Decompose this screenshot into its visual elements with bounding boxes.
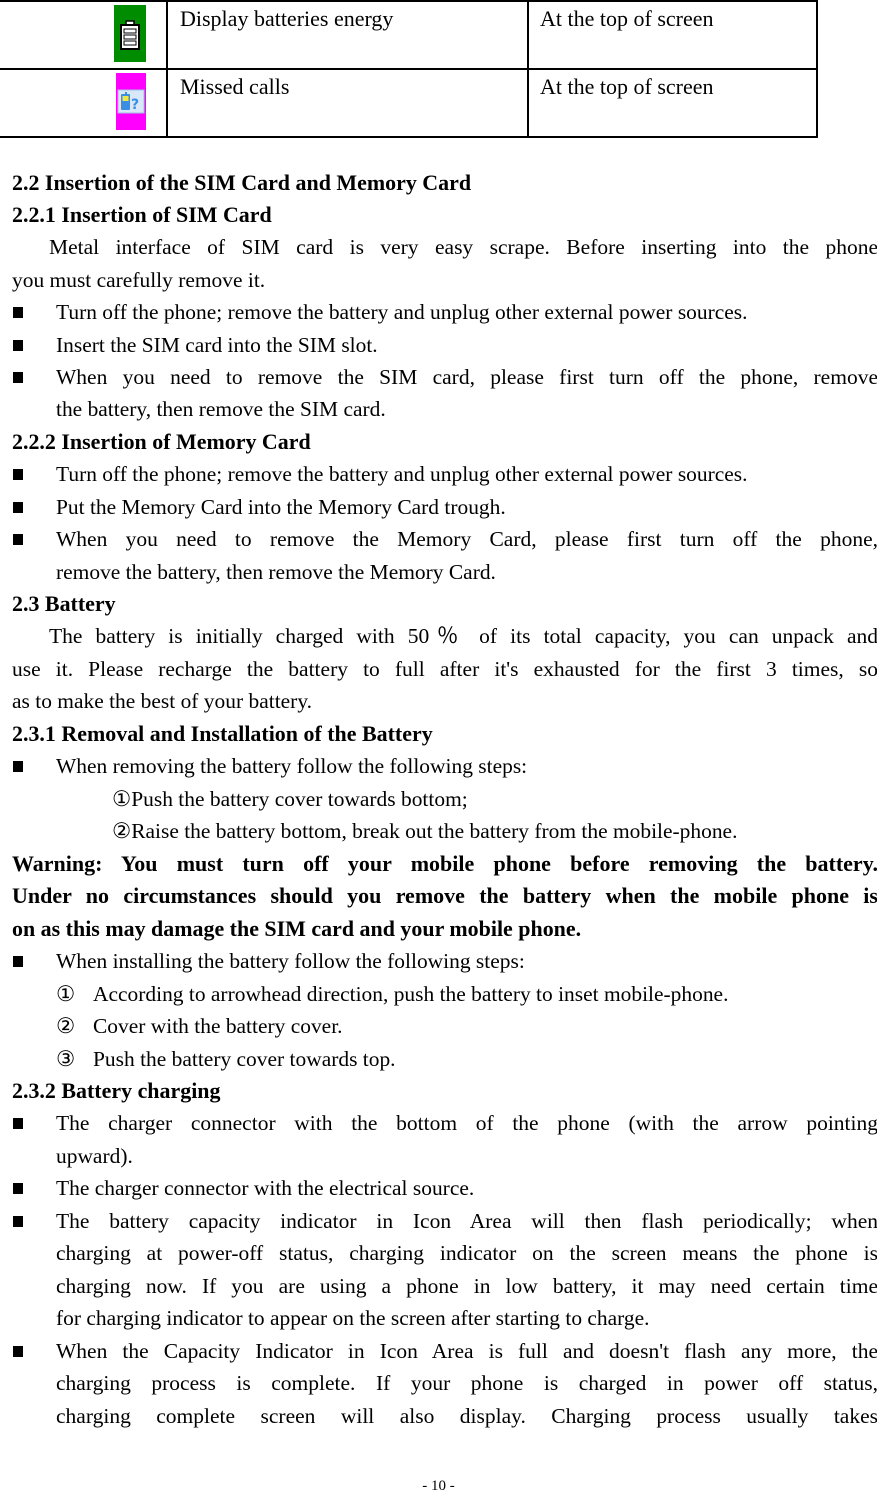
position-cell: At the top of screen xyxy=(527,0,818,70)
paragraph-line: you must carefully remove it. xyxy=(12,268,266,292)
list-item: The charger connector with the bottom of… xyxy=(56,1111,877,1135)
icon-description: Missed calls xyxy=(180,74,290,99)
subsection-heading: 2.2.1 Insertion of SIM Card xyxy=(12,202,272,227)
step-item: According to arrowhead direction, push t… xyxy=(93,982,729,1006)
list-item: Put the Memory Card into the Memory Card… xyxy=(56,495,506,519)
list-item: The charger connector with the electrica… xyxy=(56,1176,475,1200)
list-item: Turn off the phone; remove the battery a… xyxy=(56,462,748,486)
battery-level-icon xyxy=(114,5,146,62)
description-cell: Missed calls xyxy=(166,68,529,138)
subsection-heading: 2.3.1 Removal and Installation of the Ba… xyxy=(12,721,433,746)
description-cell: Display batteries energy xyxy=(166,0,529,70)
list-item: When you need to remove the SIM card, pl… xyxy=(56,365,877,389)
warning-line: Warning: You must turn off your mobile p… xyxy=(12,851,877,876)
step-item: Cover with the battery cover. xyxy=(93,1014,343,1038)
list-item-continuation: charging process is complete. If your ph… xyxy=(56,1371,877,1395)
bullet-icon xyxy=(13,1346,23,1357)
bullet-icon xyxy=(13,372,23,383)
list-item: Insert the SIM card into the SIM slot. xyxy=(56,333,378,357)
warning-line: Under no circumstances should you remove… xyxy=(12,883,877,908)
list-item: The battery capacity indicator in Icon A… xyxy=(56,1209,877,1233)
list-item: When removing the battery follow the fol… xyxy=(56,754,528,778)
bullet-icon xyxy=(13,761,23,772)
svg-text:?: ? xyxy=(131,97,139,113)
list-item-continuation: charging complete screen will also displ… xyxy=(56,1404,877,1428)
icon-cell xyxy=(0,0,168,70)
table-row: Display batteries energy At the top of s… xyxy=(0,0,818,70)
page-number: - 10 - xyxy=(422,1478,455,1494)
icon-position: At the top of screen xyxy=(540,6,714,31)
icon-position: At the top of screen xyxy=(540,74,714,99)
icon-description: Display batteries energy xyxy=(180,6,394,31)
list-item: When installing the battery follow the f… xyxy=(56,949,525,973)
step-item: ①Push the battery cover towards bottom; xyxy=(112,787,468,811)
list-item-continuation: for charging indicator to appear on the … xyxy=(56,1306,650,1330)
paragraph-line: use it. Please recharge the battery to f… xyxy=(12,657,877,681)
section-heading: 2.2 Insertion of the SIM Card and Memory… xyxy=(12,170,472,195)
bullet-icon xyxy=(13,534,23,545)
list-item: Turn off the phone; remove the battery a… xyxy=(56,300,748,324)
list-item-continuation: the battery, then remove the SIM card. xyxy=(56,397,386,421)
position-cell: At the top of screen xyxy=(527,68,818,138)
table-row: ? Missed calls At the top of screen xyxy=(0,68,818,138)
bullet-icon xyxy=(13,956,23,967)
step-item: Push the battery cover towards top. xyxy=(93,1047,396,1071)
bullet-icon xyxy=(13,502,23,513)
bullet-icon xyxy=(13,1183,23,1194)
bullet-icon xyxy=(13,340,23,351)
warning-line: on as this may damage the SIM card and y… xyxy=(12,916,582,941)
missed-call-icon: ? xyxy=(116,73,146,130)
bullet-icon xyxy=(13,469,23,480)
status-icon-table: Display batteries energy At the top of s… xyxy=(0,0,818,138)
paragraph-line: The battery is initially charged with 50… xyxy=(49,624,877,648)
step-item: ②Raise the battery bottom, break out the… xyxy=(112,819,738,843)
section-heading: 2.3 Battery xyxy=(12,591,116,616)
list-item-continuation: charging at power-off status, charging i… xyxy=(56,1241,877,1265)
paragraph-line: Metal interface of SIM card is very easy… xyxy=(49,235,877,259)
list-item-continuation: remove the battery, then remove the Memo… xyxy=(56,560,496,584)
list-item: When you need to remove the Memory Card,… xyxy=(56,527,877,551)
bullet-icon xyxy=(13,1118,23,1129)
bullet-icon xyxy=(13,307,23,318)
icon-cell: ? xyxy=(0,68,168,138)
subsection-heading: 2.2.2 Insertion of Memory Card xyxy=(12,429,311,454)
bullet-icon xyxy=(13,1216,23,1227)
paragraph-line: as to make the best of your battery. xyxy=(12,689,313,713)
subsection-heading: 2.3.2 Battery charging xyxy=(12,1078,221,1103)
list-item-continuation: charging now. If you are using a phone i… xyxy=(56,1274,877,1298)
list-item-continuation: upward). xyxy=(56,1144,133,1168)
list-item: When the Capacity Indicator in Icon Area… xyxy=(56,1339,877,1363)
